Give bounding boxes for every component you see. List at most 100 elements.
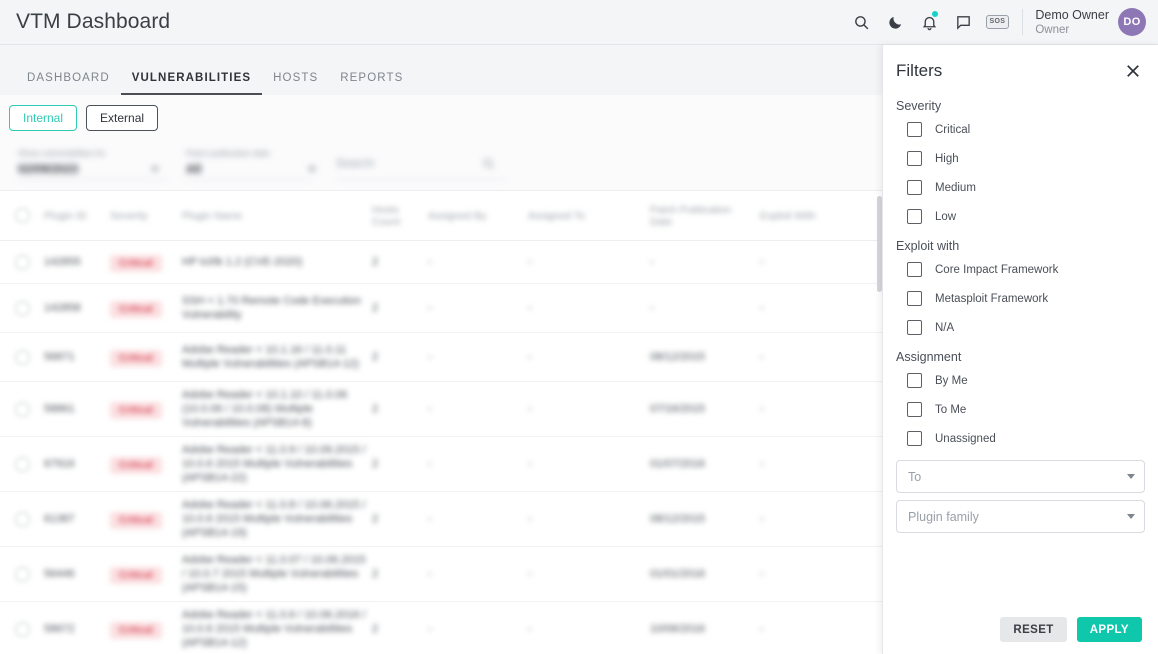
- checkbox[interactable]: [907, 291, 922, 306]
- tab-hosts[interactable]: HOSTS: [262, 72, 329, 95]
- filters-panel: Filters Severity Critical High Medium Low Exp…: [882, 45, 1158, 654]
- cell-patch-date: 01/01/2016: [650, 568, 706, 580]
- checkbox[interactable]: [907, 209, 922, 224]
- cell-plugin-name: Adobe Reader < 10.1.16 / 11.0.11 Multipl…: [182, 344, 359, 370]
- th-assigned-by[interactable]: Assigned By: [428, 210, 528, 222]
- date-filter-value: 02/09/2023: [18, 162, 79, 176]
- th-severity[interactable]: Severity: [110, 210, 182, 222]
- table-row[interactable]: 58861 Critical Adobe Reader < 10.1.10 / 11…: [0, 382, 882, 437]
- row-checkbox[interactable]: [0, 349, 44, 365]
- select-all-checkbox[interactable]: [0, 208, 44, 223]
- tab-dashboard[interactable]: DASHBOARD: [16, 72, 121, 95]
- row-checkbox[interactable]: [0, 566, 44, 582]
- apply-button[interactable]: APPLY: [1076, 617, 1142, 642]
- cell-plugin-id: 56446: [44, 568, 75, 580]
- th-assigned-to[interactable]: Assigned To: [528, 210, 650, 222]
- state-filter-label: Patch publication date: [186, 148, 270, 158]
- table-row[interactable]: 142855 Critical HP tcl/tk 1.2 (CVE-2020) 2 -…: [0, 241, 882, 284]
- user-role: Owner: [1035, 23, 1070, 36]
- tab-vulnerabilities[interactable]: VULNERABILITIES: [120, 72, 263, 95]
- checkbox-label: Medium: [935, 181, 976, 194]
- row-checkbox[interactable]: [0, 401, 44, 417]
- checkbox[interactable]: [907, 320, 922, 335]
- cell-severity: Critical: [110, 253, 182, 272]
- table-filter-bar: Show vulnerabilities for 02/09/2023 Patc…: [0, 140, 882, 190]
- checkbox-label: N/A: [935, 321, 955, 334]
- filter-checkbox-row[interactable]: Critical: [896, 115, 1145, 144]
- filter-checkbox-row[interactable]: Metasploit Framework: [896, 284, 1145, 313]
- tab-reports[interactable]: REPORTS: [329, 72, 414, 95]
- filter-checkbox-row[interactable]: High: [896, 144, 1145, 173]
- cell-plugin-id: 56871: [44, 351, 75, 363]
- cell-hosts-count: 2: [372, 623, 379, 635]
- row-checkbox[interactable]: [0, 254, 44, 270]
- row-checkbox[interactable]: [0, 456, 44, 472]
- cell-exploit-with: -: [760, 513, 764, 525]
- cell-patch-date: 08/12/2015: [650, 351, 706, 363]
- cell-plugin-name: Adobe Reader < 11.0.07 / 10.06.2015 / 10…: [182, 554, 366, 594]
- cell-plugin-id: 61387: [44, 513, 75, 525]
- cell-assigned-by: -: [428, 351, 432, 363]
- th-exploit-with[interactable]: Exploit With: [760, 210, 870, 222]
- filter-checkbox-row[interactable]: N/A: [896, 313, 1145, 342]
- th-plugin-name[interactable]: Plugin Name: [182, 210, 372, 222]
- table-row[interactable]: 56446 Critical Adobe Reader < 11.0.07 / 10…: [0, 547, 882, 602]
- row-checkbox[interactable]: [0, 300, 44, 316]
- checkbox[interactable]: [907, 431, 922, 446]
- chat-icon[interactable]: [946, 0, 980, 44]
- cell-assigned-by: -: [428, 302, 432, 314]
- scope-external-button[interactable]: External: [86, 104, 159, 131]
- bell-icon[interactable]: [912, 0, 946, 44]
- cell-exploit-with: -: [760, 403, 764, 415]
- cell-exploit-with: -: [760, 623, 764, 635]
- cell-plugin-id: 142858: [44, 302, 81, 314]
- row-checkbox[interactable]: [0, 621, 44, 637]
- top-bar-actions: SOS Demo Owner Owner DO: [844, 0, 1158, 44]
- row-checkbox[interactable]: [0, 511, 44, 527]
- table-row[interactable]: 61387 Critical Adobe Reader < 11.0.8 / 10.…: [0, 492, 882, 547]
- th-hosts-count[interactable]: Hosts Count: [372, 204, 428, 228]
- user-menu[interactable]: Demo Owner Owner DO: [1035, 8, 1146, 37]
- moon-icon[interactable]: [878, 0, 912, 44]
- search-icon[interactable]: [844, 0, 878, 44]
- th-patch-date[interactable]: Patch Publication Date: [650, 204, 760, 228]
- table-row[interactable]: 142858 Critical SSH < 1.70 Remote Code Exe…: [0, 284, 882, 333]
- plugin-family-select[interactable]: Plugin family: [896, 500, 1145, 533]
- date-filter-caret-icon[interactable]: [151, 167, 159, 172]
- sos-icon[interactable]: SOS: [980, 0, 1014, 44]
- avatar[interactable]: DO: [1118, 8, 1146, 36]
- filter-checkbox-row[interactable]: Core Impact Framework: [896, 255, 1145, 284]
- cell-plugin-id: 67916: [44, 458, 75, 470]
- table-row[interactable]: 58672 Critical Adobe Reader < 11.0.6 / 10.…: [0, 602, 882, 654]
- date-filter-field[interactable]: Show vulnerabilities for 02/09/2023: [18, 148, 168, 180]
- filter-checkbox-row[interactable]: By Me: [896, 366, 1145, 395]
- cell-assigned-by: -: [428, 568, 432, 580]
- search-icon-small[interactable]: [482, 157, 495, 175]
- cell-assigned-to: -: [528, 256, 532, 268]
- checkbox[interactable]: [907, 151, 922, 166]
- table-row[interactable]: 67916 Critical Adobe Reader < 11.0.9 / 10.…: [0, 437, 882, 492]
- state-filter-field[interactable]: Patch publication date All: [186, 148, 312, 180]
- scope-internal-button[interactable]: Internal: [9, 104, 78, 131]
- cell-patch-date: 01/07/2016: [650, 458, 706, 470]
- filter-checkbox-row[interactable]: To Me: [896, 395, 1145, 424]
- checkbox[interactable]: [907, 402, 922, 417]
- checkbox[interactable]: [907, 122, 922, 137]
- table-row[interactable]: 56871 Critical Adobe Reader < 10.1.16 / 11…: [0, 333, 882, 382]
- checkbox[interactable]: [907, 262, 922, 277]
- cell-patch-date: -: [650, 302, 654, 314]
- app-root: VTM Dashboard SOS Demo Owner Owner DO DA…: [0, 0, 1158, 654]
- reset-button[interactable]: RESET: [1000, 617, 1067, 642]
- close-icon[interactable]: [1124, 62, 1142, 80]
- assigned-to-select[interactable]: To: [896, 460, 1145, 493]
- state-filter-caret-icon[interactable]: [308, 167, 316, 172]
- th-plugin-id[interactable]: Plugin ID: [44, 210, 110, 222]
- search-input[interactable]: Search: [336, 156, 506, 180]
- checkbox[interactable]: [907, 373, 922, 388]
- filter-checkbox-row[interactable]: Low: [896, 202, 1145, 231]
- cell-plugin-name: Adobe Reader < 11.0.8 / 10.06.2015 / 10.…: [182, 499, 366, 539]
- filter-checkbox-row[interactable]: Medium: [896, 173, 1145, 202]
- filter-checkbox-row[interactable]: Unassigned: [896, 424, 1145, 453]
- checkbox[interactable]: [907, 180, 922, 195]
- cell-plugin-id: 58861: [44, 403, 75, 415]
